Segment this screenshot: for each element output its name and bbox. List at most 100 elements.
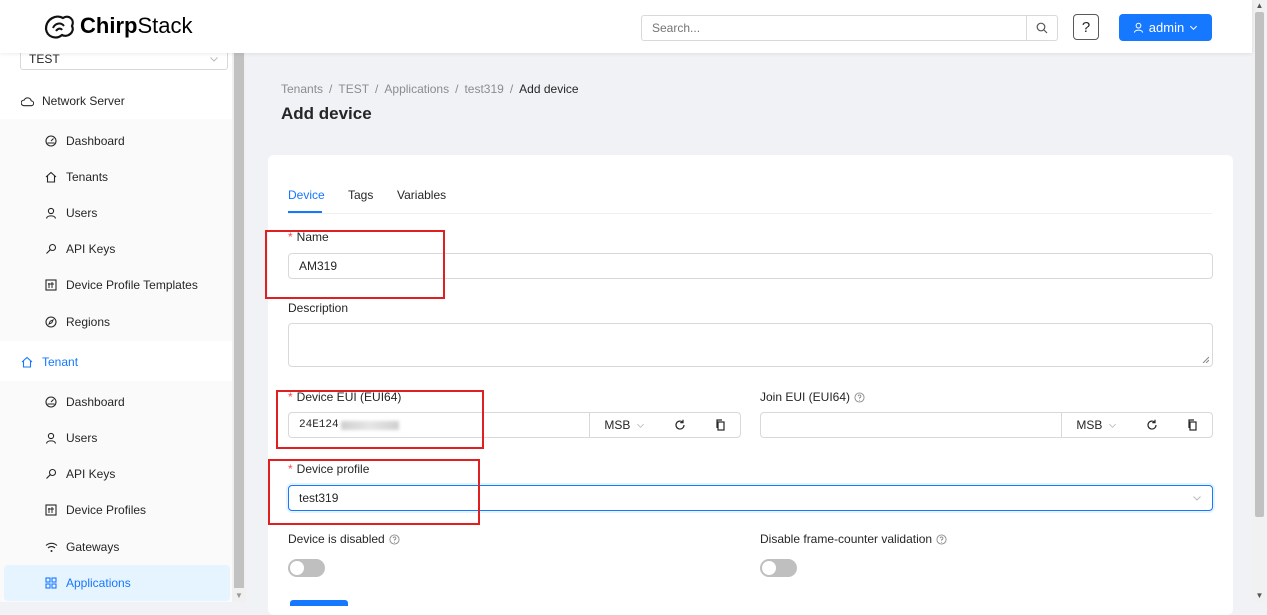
join-eui-group: MSB <box>760 412 1213 438</box>
disable-fcnt-toggle[interactable] <box>760 559 797 577</box>
dev-eui-group: 24E124 MSB <box>288 412 741 438</box>
sidebar-item-label: API Keys <box>66 467 116 481</box>
tab-device[interactable]: Device <box>288 188 325 202</box>
help-button[interactable]: ? <box>1073 14 1099 40</box>
sidebar-item-tenant-dashboard[interactable]: Dashboard <box>0 384 232 420</box>
chevron-down-icon <box>637 423 645 428</box>
scroll-down-arrow-icon[interactable]: ▼ <box>1252 590 1267 602</box>
menu-tenant-label: Tenant <box>42 355 79 369</box>
chevron-down-icon <box>210 56 218 62</box>
dev-eui-addon: MSB <box>589 412 741 438</box>
profile-icon <box>45 279 57 291</box>
sidebar-item-label: Device Profile Templates <box>66 278 198 292</box>
description-label: Description <box>288 301 349 315</box>
disable-fcnt-label: Disable frame-counter validation <box>760 532 947 546</box>
chevron-down-icon <box>1190 25 1198 31</box>
sidebar-item-label: Gateways <box>66 540 120 554</box>
wifi-icon <box>45 542 57 552</box>
device-disabled-toggle[interactable] <box>288 559 325 577</box>
sidebar-scrollbar[interactable]: ▼ <box>232 53 246 602</box>
redacted-value <box>340 420 399 430</box>
breadcrumb-applications[interactable]: Applications <box>384 82 449 96</box>
device-profile-label: * Device profile <box>288 462 370 476</box>
submit-button[interactable] <box>290 600 348 606</box>
sidebar-item-tenant-api-keys[interactable]: API Keys <box>0 456 232 492</box>
question-circle-icon[interactable] <box>854 391 865 403</box>
description-textarea[interactable] <box>288 323 1213 367</box>
chevron-down-icon <box>1193 496 1201 501</box>
sidebar-item-label: Dashboard <box>66 395 125 409</box>
scroll-down-arrow-icon[interactable]: ▼ <box>232 590 246 602</box>
help-label: ? <box>1081 18 1091 36</box>
scroll-up-arrow-icon[interactable]: ▲ <box>1252 0 1267 12</box>
sidebar-item-tenant-applications[interactable]: Applications <box>4 565 230 601</box>
sidebar-item-ns-api-keys[interactable]: API Keys <box>0 231 232 267</box>
sidebar-item-label: API Keys <box>66 242 116 256</box>
user-menu-button[interactable]: admin <box>1119 14 1212 41</box>
question-circle-icon[interactable] <box>936 533 947 545</box>
resize-handle-icon[interactable] <box>1202 356 1209 363</box>
add-device-card: Device Tags Variables * Name AM319 Descri… <box>268 155 1233 615</box>
join-eui-label: Join EUI (EUI64) <box>760 390 865 404</box>
dev-eui-byte-order-select[interactable]: MSB <box>604 418 645 432</box>
sidebar-scrollbar-thumb[interactable] <box>234 53 244 588</box>
app-header: ChirpStack ? admin <box>0 0 1252 53</box>
sidebar-item-ns-tenants[interactable]: Tenants <box>0 159 232 195</box>
tab-variables[interactable]: Variables <box>397 188 446 202</box>
page-title: Add device <box>281 104 372 123</box>
refresh-icon[interactable] <box>674 419 686 431</box>
sidebar-item-tenant-device-profiles[interactable]: Device Profiles <box>0 492 232 528</box>
tenant-select[interactable]: TEST <box>20 53 228 70</box>
sidebar-item-tenant-users[interactable]: Users <box>0 420 232 456</box>
dashboard-icon <box>45 135 57 147</box>
sidebar-item-ns-dashboard[interactable]: Dashboard <box>0 123 232 159</box>
search-box <box>641 15 1058 41</box>
apps-icon <box>45 577 57 589</box>
sidebar-item-label: Tenants <box>66 170 109 184</box>
sidebar-item-label: Users <box>66 206 98 220</box>
page-scrollbar[interactable]: ▲ ▼ <box>1252 0 1267 602</box>
search-icon <box>1036 22 1048 34</box>
sidebar-item-label: Users <box>66 431 98 445</box>
join-eui-byte-order-select[interactable]: MSB <box>1076 418 1117 432</box>
sidebar-item-ns-device-profile-templates[interactable]: Device Profile Templates <box>0 267 232 303</box>
search-button[interactable] <box>1026 15 1058 41</box>
name-label: * Name <box>288 230 329 244</box>
user-icon <box>1133 22 1143 33</box>
sidebar-item-label: Device Profiles <box>66 503 147 517</box>
breadcrumb-application[interactable]: test319 <box>464 82 503 96</box>
sidebar-item-label: Dashboard <box>66 134 125 148</box>
breadcrumb-tenants[interactable]: Tenants <box>281 82 323 96</box>
page-scrollbar-thumb[interactable] <box>1255 12 1264 517</box>
join-eui-input[interactable] <box>760 412 1061 438</box>
tab-tags[interactable]: Tags <box>348 188 373 202</box>
device-profile-select[interactable]: test319 <box>288 485 1213 511</box>
home-icon <box>21 356 33 368</box>
user-name: admin <box>1148 20 1185 35</box>
dashboard-icon <box>45 396 57 408</box>
question-circle-icon[interactable] <box>389 533 400 545</box>
key-icon <box>46 468 57 479</box>
dev-eui-input[interactable]: 24E124 <box>288 412 589 438</box>
brand-name: ChirpStack <box>80 13 193 38</box>
tenant-select-value: TEST <box>29 53 60 66</box>
sidebar-item-label: Regions <box>66 315 111 329</box>
chirpstack-logo-icon <box>44 15 74 39</box>
chevron-down-icon <box>1109 423 1117 428</box>
name-input[interactable]: AM319 <box>288 253 1213 279</box>
copy-icon[interactable] <box>715 419 726 431</box>
sidebar-item-tenant-gateways[interactable]: Gateways <box>0 529 232 565</box>
menu-network-server-label: Network Server <box>42 94 125 108</box>
refresh-icon[interactable] <box>1146 419 1158 431</box>
compass-icon <box>45 316 57 328</box>
sidebar-item-ns-users[interactable]: Users <box>0 195 232 231</box>
dev-eui-label: * Device EUI (EUI64) <box>288 390 402 404</box>
breadcrumb: Tenants / TEST / Applications / test319/Add de… <box>281 82 579 96</box>
search-input[interactable] <box>641 15 1026 41</box>
copy-icon[interactable] <box>1187 419 1198 431</box>
sidebar-item-ns-regions[interactable]: Regions <box>0 304 232 340</box>
chirpstack-logo[interactable]: ChirpStack <box>42 11 192 41</box>
menu-network-server[interactable]: Network Server <box>0 83 232 119</box>
breadcrumb-tenant[interactable]: TEST <box>338 82 369 96</box>
menu-tenant[interactable]: Tenant <box>0 344 232 380</box>
